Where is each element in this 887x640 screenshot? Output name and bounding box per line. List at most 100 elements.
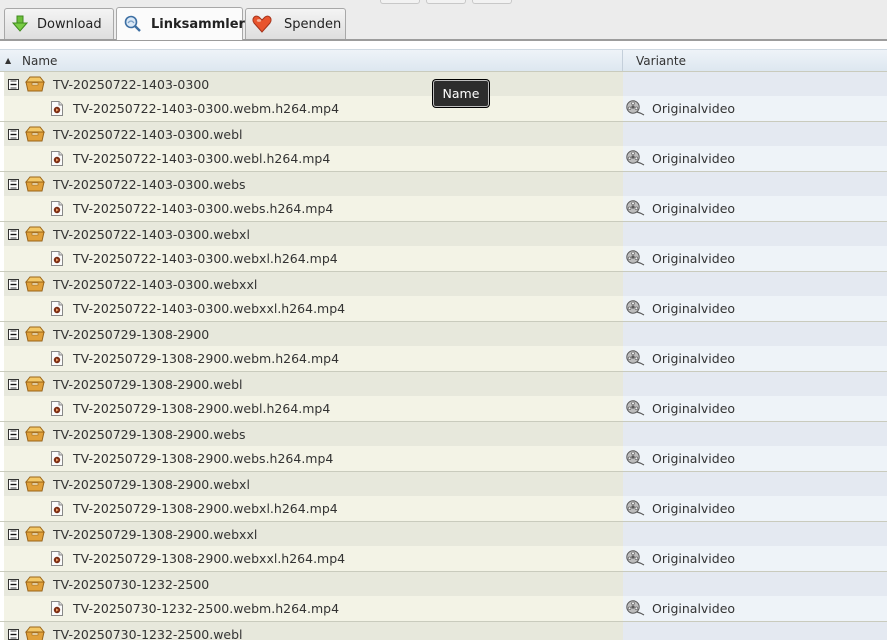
package-row[interactable]: TV-20250722-1403-0300.webs — [0, 171, 887, 197]
variant-cell[interactable] — [623, 372, 887, 397]
collapse-toggle-icon[interactable] — [8, 179, 19, 193]
variant-cell[interactable] — [623, 522, 887, 547]
tab-donate[interactable]: Spenden — [245, 8, 346, 39]
collapse-toggle-icon[interactable] — [8, 329, 19, 343]
collapse-toggle-icon[interactable] — [8, 429, 19, 443]
variant-cell[interactable] — [623, 472, 887, 497]
file-row[interactable]: TV-20250722-1403-0300.webxxl.h264.mp4 Ori… — [0, 296, 887, 321]
name-cell: TV-20250722-1403-0300 — [4, 72, 623, 97]
variant-label: Originalvideo — [652, 351, 736, 366]
variant-cell[interactable]: Originalvideo — [623, 446, 887, 471]
tab-linkgrabber[interactable]: Linksammler — [116, 7, 245, 40]
column-header-variant[interactable]: Variante — [636, 50, 686, 71]
package-row[interactable]: TV-20250729-1308-2900.webl — [0, 371, 887, 397]
package-row[interactable]: TV-20250722-1403-0300.webxl — [0, 221, 887, 247]
variant-cell[interactable]: Originalvideo — [623, 346, 887, 371]
package-row[interactable]: TV-20250729-1308-2900.webxl — [0, 471, 887, 497]
variant-cell[interactable]: Originalvideo — [623, 396, 887, 421]
collapse-toggle-icon[interactable] — [8, 629, 19, 640]
variant-cell[interactable]: Originalvideo — [623, 296, 887, 321]
column-divider[interactable] — [622, 50, 623, 71]
file-name: TV-20250730-1232-2500.webm.h264.mp4 — [73, 601, 340, 616]
film-reel-icon — [625, 500, 645, 519]
tab-download[interactable]: Download — [4, 8, 114, 39]
film-reel-icon — [625, 150, 645, 169]
variant-cell[interactable] — [623, 72, 887, 97]
file-row[interactable]: TV-20250730-1232-2500.webm.h264.mp4 Origi… — [0, 596, 887, 621]
sort-ascending-icon: ▲ — [5, 56, 12, 65]
variant-cell[interactable]: Originalvideo — [623, 246, 887, 271]
package-box-icon — [24, 376, 46, 395]
variant-cell[interactable]: Originalvideo — [623, 146, 887, 171]
variant-label: Originalvideo — [652, 401, 736, 416]
variant-cell[interactable] — [623, 622, 887, 640]
film-reel-icon — [625, 300, 645, 319]
name-cell: TV-20250729-1308-2900.webm.h264.mp4 — [4, 346, 623, 371]
file-row[interactable]: TV-20250729-1308-2900.webs.h264.mp4 Origi… — [0, 446, 887, 471]
file-row[interactable]: TV-20250722-1403-0300.webxl.h264.mp4 Orig… — [0, 246, 887, 271]
file-row[interactable]: TV-20250722-1403-0300.webl.h264.mp4 Origi… — [0, 146, 887, 171]
film-reel-icon — [625, 200, 645, 219]
package-row[interactable]: TV-20250730-1232-2500.webl — [0, 621, 887, 640]
package-box-icon — [24, 226, 46, 245]
package-box-icon — [24, 526, 46, 545]
variant-cell[interactable] — [623, 322, 887, 347]
collapse-toggle-icon[interactable] — [8, 129, 19, 143]
film-reel-icon — [625, 450, 645, 469]
table-header: ▲ Name Variante — [0, 49, 887, 72]
file-name: TV-20250722-1403-0300.webl.h264.mp4 — [73, 151, 331, 166]
variant-cell[interactable]: Originalvideo — [623, 546, 887, 571]
column-tooltip: Name — [433, 80, 489, 107]
package-row[interactable]: TV-20250729-1308-2900.webs — [0, 421, 887, 447]
video-file-icon — [51, 251, 63, 269]
variant-cell[interactable]: Originalvideo — [623, 96, 887, 121]
variant-cell[interactable] — [623, 272, 887, 297]
package-box-icon — [24, 626, 46, 640]
variant-cell[interactable] — [623, 572, 887, 597]
video-file-icon — [51, 351, 63, 369]
name-cell: TV-20250729-1308-2900.webxxl — [4, 522, 623, 547]
video-file-icon — [51, 601, 63, 619]
collapse-toggle-icon[interactable] — [8, 479, 19, 493]
variant-cell[interactable]: Originalvideo — [623, 196, 887, 221]
package-box-icon — [24, 326, 46, 345]
variant-label: Originalvideo — [652, 101, 736, 116]
file-row[interactable]: TV-20250722-1403-0300.webs.h264.mp4 Origi… — [0, 196, 887, 221]
package-name: TV-20250729-1308-2900.webxxl — [53, 527, 258, 542]
toolbar-button-stub[interactable] — [472, 0, 512, 4]
file-name: TV-20250722-1403-0300.webm.h264.mp4 — [73, 101, 340, 116]
collapse-toggle-icon[interactable] — [8, 529, 19, 543]
variant-cell[interactable]: Originalvideo — [623, 596, 887, 621]
package-row[interactable]: TV-20250722-1403-0300.webl — [0, 121, 887, 147]
file-row[interactable]: TV-20250729-1308-2900.webm.h264.mp4 Origi… — [0, 346, 887, 371]
package-row[interactable]: TV-20250730-1232-2500 — [0, 571, 887, 597]
collapse-toggle-icon[interactable] — [8, 379, 19, 393]
variant-cell[interactable] — [623, 422, 887, 447]
package-row[interactable]: TV-20250729-1308-2900.webxxl — [0, 521, 887, 547]
package-row[interactable]: TV-20250729-1308-2900 — [0, 321, 887, 347]
package-name: TV-20250729-1308-2900.webxl — [53, 477, 250, 492]
variant-label: Originalvideo — [652, 201, 736, 216]
collapse-toggle-icon[interactable] — [8, 229, 19, 243]
file-row[interactable]: TV-20250729-1308-2900.webxxl.h264.mp4 Ori… — [0, 546, 887, 571]
linkgrabber-table: TV-20250722-1403-0300 TV-20250722-1403-03… — [0, 71, 887, 640]
file-row[interactable]: TV-20250729-1308-2900.webxl.h264.mp4 Orig… — [0, 496, 887, 521]
package-box-icon — [24, 276, 46, 295]
variant-cell[interactable] — [623, 222, 887, 247]
collapse-toggle-icon[interactable] — [8, 579, 19, 593]
name-cell: TV-20250722-1403-0300.webs — [4, 172, 623, 197]
package-name: TV-20250729-1308-2900.webs — [53, 427, 246, 442]
package-name: TV-20250722-1403-0300.webxxl — [53, 277, 258, 292]
toolbar-button-stub[interactable] — [380, 0, 420, 4]
column-header-name[interactable]: Name — [22, 50, 57, 71]
variant-cell[interactable] — [623, 122, 887, 147]
toolbar-button-stub[interactable] — [426, 0, 466, 4]
package-row[interactable]: TV-20250722-1403-0300.webxxl — [0, 271, 887, 297]
variant-cell[interactable]: Originalvideo — [623, 496, 887, 521]
variant-label: Originalvideo — [652, 501, 736, 516]
collapse-toggle-icon[interactable] — [8, 279, 19, 293]
file-row[interactable]: TV-20250729-1308-2900.webl.h264.mp4 Origi… — [0, 396, 887, 421]
collapse-toggle-icon[interactable] — [8, 79, 19, 93]
variant-cell[interactable] — [623, 172, 887, 197]
tab-label: Spenden — [284, 16, 342, 32]
